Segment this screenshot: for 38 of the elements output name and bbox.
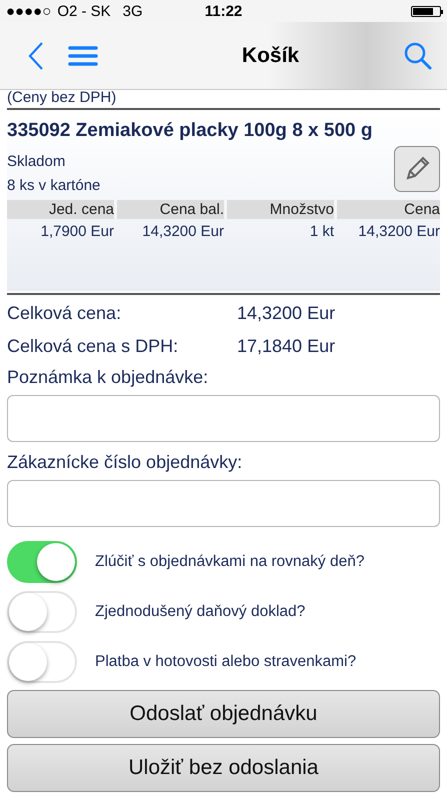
action-button[interactable]: Uložiť bez odoslania	[7, 744, 440, 792]
page-title: Košík	[240, 44, 300, 68]
back-button[interactable]	[28, 40, 44, 70]
input-field[interactable]	[7, 480, 440, 527]
field-label: Poznámka k objednávke:	[7, 367, 210, 388]
clock-time: 11:22	[204, 2, 242, 20]
total-value: 14,3200 Eur	[237, 303, 336, 324]
column-header: Množstvo	[227, 200, 334, 219]
field-label: Zákaznícke číslo objednávky:	[7, 452, 244, 473]
price-note: (Ceny bez DPH)	[7, 90, 116, 106]
carrier-name: O2 - SK	[57, 2, 111, 20]
availability-text: Skladom	[7, 152, 66, 172]
toggle-switch[interactable]	[7, 541, 77, 583]
input-field[interactable]	[7, 395, 440, 442]
signal-dots: ●●●●○	[6, 2, 52, 20]
toggle-label: Zlúčiť s objednávkami na rovnaký deň?	[95, 553, 364, 571]
toggle-label: Platba v hotovosti alebo stravenkami?	[95, 653, 356, 671]
battery-icon	[411, 6, 441, 16]
action-button[interactable]: Odoslať objednávku	[7, 690, 440, 738]
table-cell-text: 14,3200 Eur	[141, 222, 224, 242]
edit-button[interactable]	[394, 146, 440, 192]
table-cell-text: 1,7900 Eur	[40, 222, 114, 242]
toggle-label: Zjednodušený daňový doklad?	[95, 603, 306, 621]
column-header: Cena bal.	[117, 200, 224, 219]
menu-button[interactable]	[68, 44, 98, 66]
table-cell-text: 14,3200 Eur	[357, 222, 440, 242]
packaging-text: 8 ks v kartóne	[7, 176, 100, 196]
total-label: Celková cena:	[7, 303, 122, 324]
toggle-switch[interactable]	[7, 641, 77, 683]
item-title: 335092 Zemiakové placky 100g 8 x 500 g	[7, 120, 374, 142]
column-header: Jed. cena	[7, 200, 114, 219]
total-value: 17,1840 Eur	[237, 336, 336, 357]
toggle-switch[interactable]	[7, 591, 77, 633]
table-cell-text: 1 kt	[308, 222, 334, 242]
network-type: 3G	[122, 2, 143, 20]
total-label: Celková cena s DPH:	[7, 336, 180, 357]
column-header: Cena	[337, 200, 440, 219]
search-button[interactable]	[403, 40, 433, 70]
